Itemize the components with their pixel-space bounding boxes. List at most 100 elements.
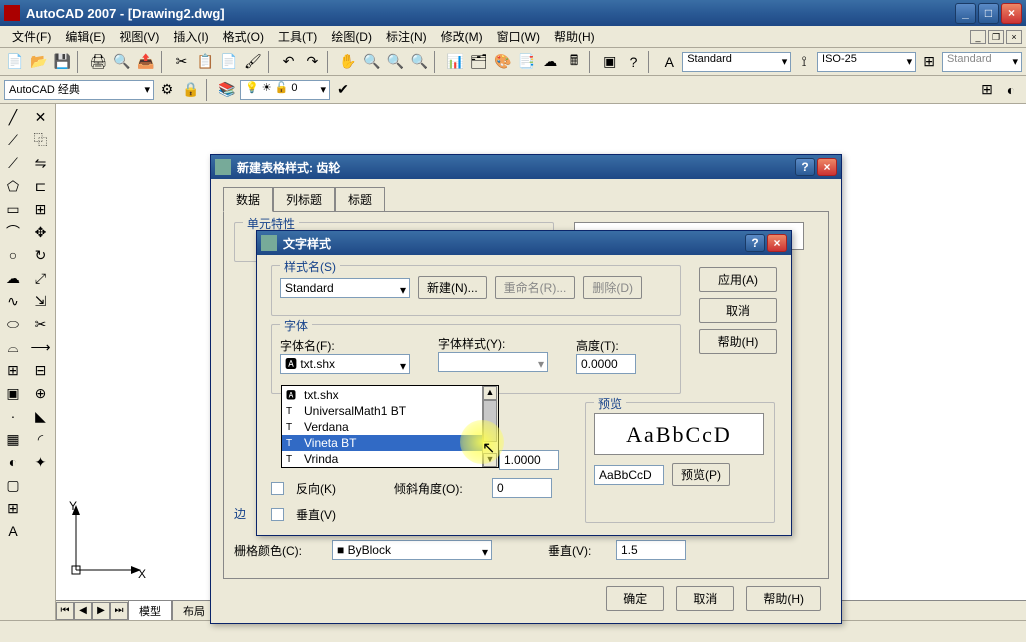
polygon-icon[interactable]: ⬠ bbox=[2, 175, 24, 197]
mdi-minimize[interactable]: _ bbox=[970, 30, 986, 44]
new-button[interactable]: 新建(N)... bbox=[418, 276, 487, 299]
toolpalettes-icon[interactable]: 🎨 bbox=[492, 51, 514, 73]
tab-prev-icon[interactable]: ◀ bbox=[74, 602, 92, 620]
line-icon[interactable]: ╱ bbox=[2, 106, 24, 128]
tablestyle-cancel-button[interactable]: 取消 bbox=[676, 586, 734, 611]
scroll-up-icon[interactable]: ▲ bbox=[483, 386, 497, 400]
help-toolbar-icon[interactable]: ? bbox=[623, 51, 645, 73]
menu-modify[interactable]: 修改(M) bbox=[435, 26, 489, 47]
tab-last-icon[interactable]: ⏭ bbox=[110, 602, 128, 620]
zoom-previous-icon[interactable]: 🔍 bbox=[409, 51, 431, 73]
tab-first-icon[interactable]: ⏮ bbox=[56, 602, 74, 620]
mdi-restore[interactable]: ❐ bbox=[988, 30, 1004, 44]
join-icon[interactable]: ⊕ bbox=[30, 382, 52, 404]
dialog-close-icon[interactable]: × bbox=[817, 158, 837, 176]
ellipse-icon[interactable]: ⬭ bbox=[2, 313, 24, 335]
menu-dimension[interactable]: 标注(N) bbox=[380, 26, 433, 47]
point-icon[interactable]: · bbox=[2, 405, 24, 427]
arc-icon[interactable]: ⌒ bbox=[2, 221, 24, 243]
tab-colheader[interactable]: 列标题 bbox=[273, 187, 335, 212]
zoom-realtime-icon[interactable]: 🔍 bbox=[361, 51, 383, 73]
maximize-button[interactable]: □ bbox=[978, 3, 999, 24]
sheetset-icon[interactable]: 📑 bbox=[516, 51, 538, 73]
chamfer-icon[interactable]: ◣ bbox=[30, 405, 52, 427]
ellipsearc-icon[interactable]: ⌓ bbox=[2, 336, 24, 358]
preview-button[interactable]: 预览(P) bbox=[672, 463, 730, 486]
pline-icon[interactable]: ⟋ bbox=[2, 152, 24, 174]
explode-icon[interactable]: ✦ bbox=[30, 451, 52, 473]
mdi-close[interactable]: × bbox=[1006, 30, 1022, 44]
properties-icon[interactable]: 📊 bbox=[444, 51, 466, 73]
tab-title[interactable]: 标题 bbox=[335, 187, 385, 212]
stylename-select[interactable]: Standard bbox=[280, 278, 410, 298]
menu-help[interactable]: 帮助(H) bbox=[548, 26, 601, 47]
designcenter-icon[interactable]: 🗂 bbox=[468, 51, 490, 73]
pan-icon[interactable]: ✋ bbox=[337, 51, 359, 73]
font-dropdown-list[interactable]: 🅰txt.shx TUniversalMath1 BT TVerdana TVi… bbox=[281, 385, 499, 468]
scale-icon[interactable]: ⤢ bbox=[30, 267, 52, 289]
scroll-thumb[interactable] bbox=[483, 400, 497, 442]
stretch-icon[interactable]: ⇲ bbox=[30, 290, 52, 312]
height-input[interactable]: 0.0000 bbox=[576, 354, 636, 374]
xline-icon[interactable]: ⟋ bbox=[2, 129, 24, 151]
menu-format[interactable]: 格式(O) bbox=[217, 26, 270, 47]
insertblock-icon[interactable]: ⊞ bbox=[2, 359, 24, 381]
menu-file[interactable]: 文件(F) bbox=[6, 26, 57, 47]
block-icon[interactable]: ▣ bbox=[599, 51, 621, 73]
plot-preview-icon[interactable]: 🔍 bbox=[111, 51, 133, 73]
backwards-checkbox[interactable] bbox=[271, 482, 284, 495]
dialog-help-icon-2[interactable]: ? bbox=[745, 234, 765, 252]
erase-icon[interactable]: ✕ bbox=[30, 106, 52, 128]
extend-icon[interactable]: ⟶ bbox=[30, 336, 52, 358]
tab-data[interactable]: 数据 bbox=[223, 187, 273, 212]
break-icon[interactable]: ⊟ bbox=[30, 359, 52, 381]
trim-icon[interactable]: ✂ bbox=[30, 313, 52, 335]
apply-button[interactable]: 应用(A) bbox=[699, 267, 777, 292]
tablestyle-icon[interactable]: ⊞ bbox=[918, 51, 940, 73]
mirror-icon[interactable]: ⇋ bbox=[30, 152, 52, 174]
menu-insert[interactable]: 插入(I) bbox=[167, 26, 214, 47]
render-icon[interactable]: ◐ bbox=[1000, 79, 1022, 101]
dropdown-scrollbar[interactable]: ▲ ▼ bbox=[482, 386, 498, 467]
dimstyle-combo[interactable]: ISO-25 bbox=[817, 52, 916, 72]
preview-input[interactable]: AaBbCcD bbox=[594, 465, 664, 485]
menu-view[interactable]: 视图(V) bbox=[113, 26, 165, 47]
font-option[interactable]: TVrinda bbox=[282, 451, 498, 467]
menu-draw[interactable]: 绘图(D) bbox=[325, 26, 378, 47]
font-option-selected[interactable]: TVineta BT bbox=[282, 435, 498, 451]
redo-icon[interactable]: ↷ bbox=[301, 51, 323, 73]
gradient-icon[interactable]: ◐ bbox=[2, 451, 24, 473]
print-icon[interactable]: 🖨 bbox=[87, 51, 109, 73]
new-icon[interactable]: 📄 bbox=[4, 51, 26, 73]
copy-obj-icon[interactable]: ⿻ bbox=[30, 129, 52, 151]
menu-tools[interactable]: 工具(T) bbox=[272, 26, 323, 47]
cancel-button[interactable]: 取消 bbox=[699, 298, 777, 323]
rectangle-icon[interactable]: ▭ bbox=[2, 198, 24, 220]
oblique-input[interactable]: 0 bbox=[492, 478, 552, 498]
font-option[interactable]: TVerdana bbox=[282, 419, 498, 435]
makeblock-icon[interactable]: ▣ bbox=[2, 382, 24, 404]
fillet-icon[interactable]: ◜ bbox=[30, 428, 52, 450]
close-button[interactable]: × bbox=[1001, 3, 1022, 24]
quickcalc-icon[interactable]: 🖩 bbox=[563, 51, 585, 73]
mtext-icon[interactable]: A bbox=[2, 520, 24, 542]
copy-icon[interactable]: 📋 bbox=[194, 51, 216, 73]
revcloud-icon[interactable]: ☁ bbox=[2, 267, 24, 289]
publish-icon[interactable]: 📤 bbox=[135, 51, 157, 73]
tablestyle-combo[interactable]: Standard bbox=[942, 52, 1022, 72]
rotate-icon[interactable]: ↻ bbox=[30, 244, 52, 266]
vertical-input[interactable]: 1.5 bbox=[616, 540, 686, 560]
circle-icon[interactable]: ○ bbox=[2, 244, 24, 266]
tab-next-icon[interactable]: ▶ bbox=[92, 602, 110, 620]
textstyle-combo[interactable]: Standard bbox=[682, 52, 791, 72]
region-icon[interactable]: ▢ bbox=[2, 474, 24, 496]
hatch-icon[interactable]: ▦ bbox=[2, 428, 24, 450]
menu-edit[interactable]: 编辑(E) bbox=[59, 26, 111, 47]
fontname-select[interactable]: 🅰 txt.shx bbox=[280, 354, 410, 374]
paste-icon[interactable]: 📄 bbox=[218, 51, 240, 73]
menu-window[interactable]: 窗口(W) bbox=[491, 26, 546, 47]
font-option[interactable]: TUniversalMath1 BT bbox=[282, 403, 498, 419]
minimize-button[interactable]: _ bbox=[955, 3, 976, 24]
workspace-settings-icon[interactable]: ⚙ bbox=[156, 79, 178, 101]
help-button[interactable]: 帮助(H) bbox=[699, 329, 777, 354]
